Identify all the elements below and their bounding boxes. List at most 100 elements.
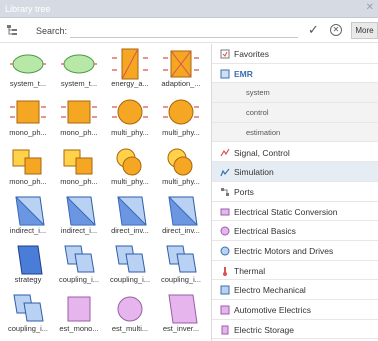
- orange-coupling-squares-block-icon: [63, 149, 93, 175]
- emr-icon: [220, 69, 230, 79]
- library-block-label: adaption_...: [161, 79, 201, 88]
- orange-energy-accumulation-block-icon: [112, 48, 148, 80]
- tree-item-label: Ports: [234, 186, 254, 197]
- green-ellipse-block-icon: [61, 54, 97, 74]
- tree-item-label: Thermal: [234, 265, 266, 276]
- tree-subitem[interactable]: estimation: [212, 122, 378, 143]
- tree-item[interactable]: Simulation: [212, 162, 378, 182]
- orange-coupling-circles-block-icon: [116, 148, 142, 176]
- electrical-basics-icon: [220, 226, 230, 236]
- blue-coupling-block-icon: [115, 245, 146, 273]
- library-block-label: coupling_i...: [58, 275, 100, 284]
- library-block-label: mono_ph...: [9, 177, 47, 186]
- automotive-icon: [220, 305, 230, 315]
- tree-item-label: Electrical Basics: [234, 226, 296, 237]
- library-block-item[interactable]: coupling_i...: [4, 291, 52, 341]
- tree-item[interactable]: Electric Storage: [212, 320, 378, 340]
- tree-item[interactable]: Ports: [212, 182, 378, 202]
- tree-item-label: control: [246, 108, 269, 118]
- tree-view-icon[interactable]: [7, 25, 18, 36]
- electro-mechanical-icon: [220, 285, 230, 295]
- library-block-label: multi_phy...: [111, 128, 149, 137]
- orange-square-block-icon: [61, 100, 97, 124]
- blue-inversion-block-icon: [117, 196, 147, 226]
- tree-item-label: system: [246, 88, 270, 98]
- tree-subitem[interactable]: system: [212, 83, 378, 104]
- tree-item-label: Automotive Electrics: [234, 305, 311, 316]
- orange-circle-block-icon: [163, 99, 199, 125]
- blue-strategy-block-icon: [17, 245, 43, 275]
- tree-item[interactable]: EMR: [212, 64, 378, 84]
- tree-subitem[interactable]: control: [212, 103, 378, 123]
- library-block-label: est_inver...: [162, 324, 200, 333]
- tree-item[interactable]: Electro Mechanical: [212, 280, 378, 301]
- tree-item[interactable]: Automotive Electrics: [212, 300, 378, 320]
- pink-estimation-circle-block-icon: [117, 296, 143, 322]
- orange-adaptation-block-icon: [163, 50, 199, 78]
- ports-icon: [221, 187, 229, 196]
- window-titlebar: Library tree ✕: [0, 0, 378, 18]
- search-input[interactable]: [70, 24, 298, 38]
- orange-coupling-circles-block-icon: [167, 148, 193, 176]
- library-block-label: system_t...: [9, 79, 47, 88]
- tree-item[interactable]: Electric Motors and Drives: [212, 241, 378, 261]
- simulation-icon: [220, 168, 230, 177]
- tree-item-label: Simulation: [234, 167, 274, 178]
- tree-item[interactable]: Electrical Basics: [212, 221, 378, 241]
- blue-coupling-block-icon: [166, 245, 197, 273]
- library-block-label: mono_ph...: [60, 128, 98, 137]
- library-block-label: est_mono...: [59, 324, 99, 333]
- library-block-label: est_multi...: [111, 324, 149, 333]
- library-block-item[interactable]: est_mono...: [55, 291, 103, 341]
- green-ellipse-block-icon: [10, 54, 46, 74]
- tree-item[interactable]: Signal, Control: [212, 143, 378, 163]
- window-title: Library tree: [5, 4, 51, 14]
- favorites-icon: [220, 49, 230, 59]
- tree-item-label: Electro Mechanical: [234, 285, 306, 296]
- clear-search-icon[interactable]: ✕: [330, 24, 342, 36]
- static-conversion-icon: [220, 208, 230, 216]
- blue-inversion-block-icon: [66, 196, 96, 226]
- library-block-label: coupling_i...: [160, 275, 202, 284]
- search-bar: Search: ✓ ✕ More: [0, 19, 378, 43]
- tree-item[interactable]: Favorites: [212, 44, 378, 64]
- pink-estimation-block-icon: [67, 296, 91, 322]
- library-block-label: strategy: [14, 275, 42, 284]
- orange-square-block-icon: [10, 100, 46, 124]
- library-tree-panel: Favorites EMR system control estimation Signa…: [212, 44, 378, 341]
- tree-item-label: Electrical Static Conversion: [234, 206, 338, 217]
- library-block-label: mono_ph...: [9, 128, 47, 137]
- apply-search-check-icon[interactable]: ✓: [308, 22, 319, 38]
- library-block-label: multi_phy...: [162, 128, 200, 137]
- blue-inversion-block-icon: [15, 196, 45, 226]
- search-label: Search:: [36, 26, 68, 36]
- library-block-item[interactable]: est_multi...: [106, 291, 154, 341]
- blue-coupling-block-icon: [64, 245, 95, 273]
- tree-item[interactable]: Electrical Static Conversion: [212, 202, 378, 222]
- motor-icon: [220, 246, 230, 256]
- library-block-label: multi_phy...: [162, 177, 200, 186]
- library-block-label: multi_phy...: [111, 177, 149, 186]
- library-block-label: indirect_i...: [60, 226, 98, 235]
- tree-item-label: Electric Storage: [234, 324, 294, 335]
- tree-item-label: Signal, Control: [234, 147, 290, 158]
- blue-inversion-block-icon: [168, 196, 198, 226]
- blue-coupling-block-icon: [13, 294, 44, 322]
- tree-item[interactable]: Thermal: [212, 261, 378, 281]
- tree-item-label: Favorites: [234, 49, 269, 59]
- library-block-label: direct_inv...: [111, 226, 149, 235]
- tree-item-label: estimation: [246, 127, 281, 137]
- more-button[interactable]: More: [351, 22, 378, 39]
- pink-estimation-inversion-block-icon: [168, 294, 198, 324]
- library-block-label: system_t...: [60, 79, 98, 88]
- library-block-label: energy_a...: [111, 79, 149, 88]
- library-block-label: coupling_i...: [7, 324, 49, 333]
- library-block-label: coupling_i...: [109, 275, 151, 284]
- library-block-item[interactable]: est_inver...: [157, 291, 205, 341]
- library-block-label: direct_inv...: [162, 226, 200, 235]
- tree-item-label: Electric Motors and Drives: [234, 246, 334, 256]
- window-close-icon[interactable]: ✕: [366, 2, 374, 13]
- library-block-grid: system_t... system_t... energy_a... adap…: [0, 44, 210, 341]
- tree-item-label: EMR: [234, 68, 253, 79]
- orange-circle-block-icon: [112, 99, 148, 125]
